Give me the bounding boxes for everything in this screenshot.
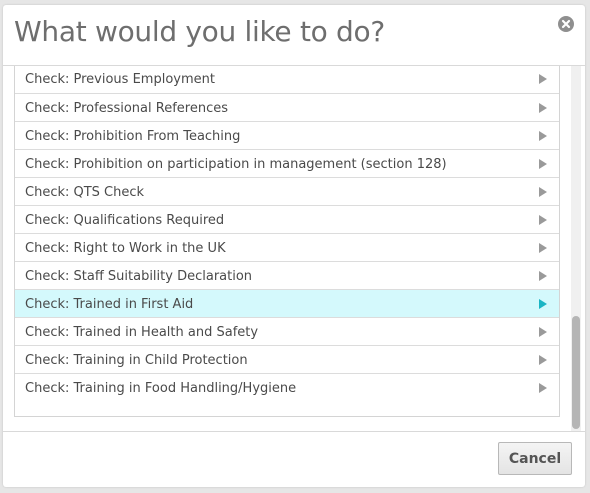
chevron-right-icon bbox=[539, 74, 547, 84]
list-item-label: Check: Trained in Health and Safety bbox=[25, 325, 259, 340]
list-item[interactable]: Check: Trained in First Aid bbox=[15, 289, 559, 317]
list-item-label: Check: Qualifications Required bbox=[25, 213, 225, 228]
list-item[interactable]: Check: Prohibition From Teaching bbox=[15, 121, 559, 149]
chevron-right-icon bbox=[539, 187, 547, 197]
scrollbar-thumb[interactable] bbox=[572, 316, 580, 429]
list-item-label: Check: QTS Check bbox=[25, 185, 145, 200]
chevron-right-icon bbox=[539, 271, 547, 281]
chevron-right-icon bbox=[539, 159, 547, 169]
dialog: What would you like to do? Check: Previo… bbox=[3, 5, 585, 487]
dialog-body: Check: Previous Employment Check: Profess… bbox=[3, 66, 585, 431]
cancel-button[interactable]: Cancel bbox=[498, 442, 572, 475]
action-list: Check: Previous Employment Check: Profess… bbox=[14, 66, 560, 417]
list-item[interactable]: Check: Trained in Health and Safety bbox=[15, 317, 559, 345]
list-item-label: Check: Prohibition on participation in m… bbox=[25, 157, 447, 172]
list-item[interactable]: Check: Prohibition on participation in m… bbox=[15, 149, 559, 177]
list-item[interactable]: Check: Previous Employment bbox=[15, 66, 559, 93]
list-item-label: Check: Trained in First Aid bbox=[25, 297, 194, 312]
list-item-label: Check: Staff Suitability Declaration bbox=[25, 269, 253, 284]
dialog-footer: Cancel bbox=[3, 431, 585, 488]
list-item-label: Check: Professional References bbox=[25, 101, 228, 116]
list-item[interactable]: Check: Staff Suitability Declaration bbox=[15, 261, 559, 289]
chevron-right-icon bbox=[539, 131, 547, 141]
chevron-right-icon bbox=[539, 383, 547, 393]
chevron-right-icon bbox=[539, 243, 547, 253]
list-item[interactable]: Check: Training in Child Protection bbox=[15, 345, 559, 373]
list-item-label: Check: Training in Child Protection bbox=[25, 353, 248, 368]
dialog-title: What would you like to do? bbox=[14, 15, 385, 48]
list-item[interactable]: Check: QTS Check bbox=[15, 177, 559, 205]
list-item-label: Check: Right to Work in the UK bbox=[25, 241, 226, 256]
close-icon[interactable] bbox=[558, 16, 574, 32]
chevron-right-icon bbox=[539, 215, 547, 225]
chevron-right-icon bbox=[539, 327, 547, 337]
chevron-right-icon bbox=[539, 299, 547, 309]
list-item[interactable]: Check: Professional References bbox=[15, 93, 559, 121]
dialog-header: What would you like to do? bbox=[3, 5, 585, 66]
list-item-label: Check: Prohibition From Teaching bbox=[25, 129, 241, 144]
list-item[interactable]: Check: Right to Work in the UK bbox=[15, 233, 559, 261]
scrollbar[interactable] bbox=[571, 66, 581, 431]
chevron-right-icon bbox=[539, 103, 547, 113]
list-item[interactable]: Check: Qualifications Required bbox=[15, 205, 559, 233]
list-item-label: Check: Training in Food Handling/Hygiene bbox=[25, 381, 297, 396]
list-item[interactable]: Check: Training in Food Handling/Hygiene bbox=[15, 373, 559, 401]
chevron-right-icon bbox=[539, 355, 547, 365]
list-item-label: Check: Previous Employment bbox=[25, 72, 215, 87]
